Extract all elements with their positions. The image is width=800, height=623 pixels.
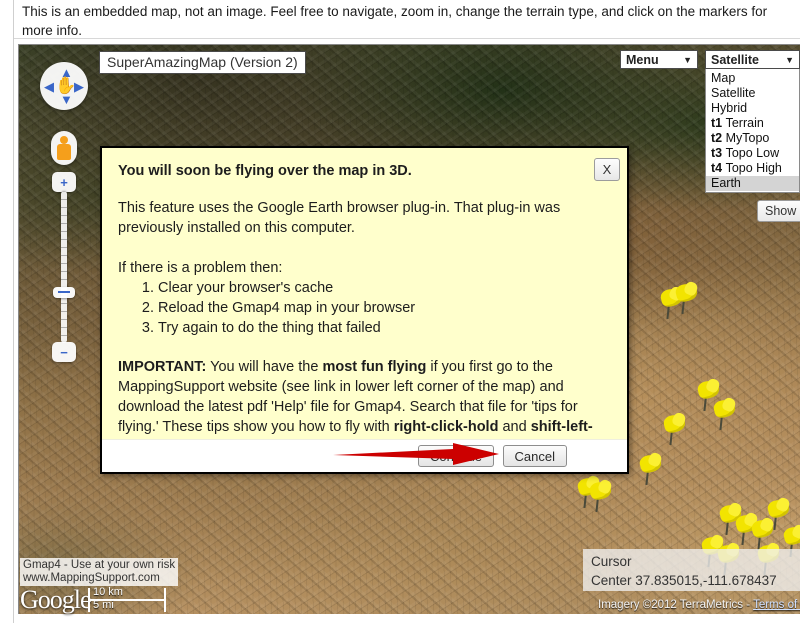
dialog-paragraph-2: If there is a problem then: [118,260,283,276]
layer-option-mytopo[interactable]: t2 MyTopo [706,131,799,146]
layer-option-prefix: t1 [711,116,726,130]
map-menu-label: Menu [626,52,659,67]
page-intro-text: This is an embedded map, not an image. F… [22,4,768,38]
important-label: IMPORTANT: [118,359,207,375]
map-marker-pin[interactable] [712,396,737,430]
google-logo: Google [20,585,92,614]
layer-option-prefix: t2 [711,131,726,145]
layer-option-topo-high[interactable]: t4 Topo High [706,161,799,176]
layer-option-label: Map [711,71,736,85]
zoom-slider-track[interactable] [61,191,67,343]
dialog-step-item: Try again to do the thing that failed [158,318,609,338]
gmap4-attribution: Gmap4 - Use at your own risk www.Mapping… [20,558,179,586]
map-marker-pin[interactable] [766,496,791,530]
note-bold-2: right-click-hold [393,419,499,435]
layer-option-prefix: t4 [711,161,726,175]
zoom-out-button[interactable]: − [52,342,76,362]
note-bold-1: most fun flying [322,359,427,375]
gmap4-attribution-line2[interactable]: www.MappingSupport.com [23,572,175,585]
layer-option-label: MyTopo [725,131,770,145]
map-marker-pin[interactable] [638,451,663,485]
dialog-steps-list: Clear your browser's cacheReload the Gma… [158,278,609,338]
scale-mi-label: 5 mi [93,599,114,611]
cursor-coordinates-box: Cursor Center 37.835015,-111.678437 [583,549,800,591]
cursor-label: Cursor [591,554,632,569]
hand-icon[interactable]: ✋ [55,76,76,96]
map-zoom-slider[interactable]: + − [52,172,76,362]
pan-left-icon[interactable]: ◀ [44,80,54,93]
page-root: This is an embedded map, not an image. F… [0,0,800,623]
map-layer-dropdown[interactable]: Map Satellite Hybrid t1 Terrain t2 MyTopo t3 … [705,69,800,193]
map-menu-button[interactable]: Menu ▼ [620,50,698,69]
layer-option-satellite[interactable]: Satellite [706,86,799,101]
dialog-paragraph-1: This feature uses the Google Earth brows… [118,200,561,236]
show-g-button[interactable]: Show G [757,200,800,222]
imagery-attribution: Imagery ©2012 TerraMetrics - Terms of Us… [598,599,800,611]
red-annotation-arrow [333,443,499,465]
map-layer-label: Satellite [711,52,759,67]
pegman-body-icon [57,144,71,160]
zoom-slider-thumb[interactable] [53,287,75,298]
dialog-title: You will soon be flying over the map in … [118,163,412,179]
note-part-3: and [498,419,531,435]
map-pan-control[interactable]: ▲ ▼ ◀ ▶ ✋ [40,62,88,110]
page-left-rail [0,0,14,623]
layer-option-prefix: t3 [711,146,726,160]
close-icon[interactable]: X [594,158,620,181]
map-title-overlay: SuperAmazingMap (Version 2) [99,51,306,74]
dialog-step-item: Reload the Gmap4 map in your browser [158,298,609,318]
flying-3d-dialog: You will soon be flying over the map in … [100,146,629,474]
layer-option-map[interactable]: Map [706,71,799,86]
chevron-down-icon: ▼ [683,54,692,65]
zoom-in-button[interactable]: + [52,172,76,192]
layer-option-terrain[interactable]: t1 Terrain [706,116,799,131]
map-marker-pin[interactable] [588,478,613,512]
layer-option-label: Terrain [725,116,764,130]
layer-option-label: Hybrid [711,101,748,115]
dialog-step-item: Clear your browser's cache [158,278,609,298]
center-coordinates: Center 37.835015,-111.678437 [591,573,777,588]
layer-option-label: Earth [711,176,741,190]
layer-option-label: Topo High [725,161,782,175]
scale-km-label: 10 km [93,586,123,598]
imagery-copyright: Imagery ©2012 TerraMetrics - [598,599,754,611]
chevron-down-icon: ▼ [785,54,794,65]
dialog-body: You will soon be flying over the map in … [102,148,627,455]
map-scale-bar: 10 km 5 mi [88,586,166,612]
layer-option-topo-low[interactable]: t3 Topo Low [706,146,799,161]
layer-option-hybrid[interactable]: Hybrid [706,101,799,116]
map-layer-button[interactable]: Satellite ▼ [705,50,800,69]
pegman-streetview-icon[interactable] [51,131,77,165]
layer-option-earth[interactable]: Earth [706,176,799,191]
map-marker-pin[interactable] [662,411,687,445]
cancel-button[interactable]: Cancel [502,445,567,467]
note-part-1: You will have the [206,359,323,375]
pegman-head-icon [60,136,68,144]
layer-option-label: Topo Low [725,146,780,160]
terms-of-use-link[interactable]: Terms of Use [753,599,800,611]
gmap4-attribution-line1: Gmap4 - Use at your own risk [23,559,176,571]
layer-option-label: Satellite [711,86,756,100]
map-marker-pin[interactable] [674,280,699,314]
